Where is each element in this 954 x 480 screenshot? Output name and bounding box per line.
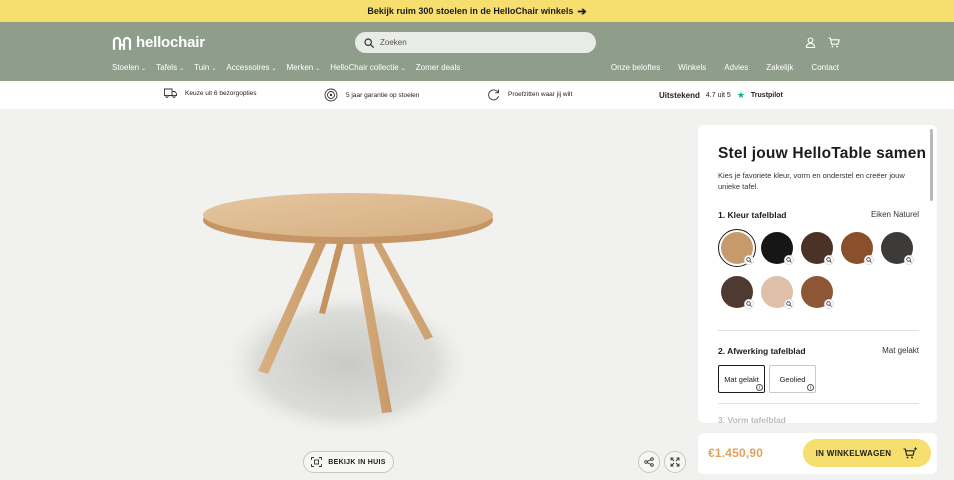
step-color-value: Eiken Naturel <box>870 210 919 219</box>
nav-link-winkels[interactable]: Winkels <box>678 63 706 72</box>
secondary-nav: Onze beloftes Winkels Advies Zakelijk Co… <box>611 63 839 72</box>
zoom-icon[interactable] <box>784 299 794 309</box>
usp-delivery: Keuze uit 6 bezorgopties <box>164 88 257 98</box>
search-icon <box>364 37 374 48</box>
configurator-description: Kies je favoriete kleur, vorm en onderst… <box>718 171 905 191</box>
fullscreen-button[interactable] <box>664 451 686 473</box>
panel-scrollbar[interactable] <box>930 129 933 201</box>
header-icons <box>805 37 840 48</box>
nav-item-zomer-deals[interactable]: Zomer deals <box>416 63 460 72</box>
nav-item-tuin[interactable]: Tuin ⌄ <box>194 63 216 72</box>
zoom-icon[interactable] <box>824 299 834 309</box>
info-icon[interactable]: i <box>807 384 814 391</box>
trustpilot-rating[interactable]: Uitstekend 4.7 uit 5 ★ Trustpilot <box>659 90 783 101</box>
refresh-icon <box>488 89 499 101</box>
chevron-down-icon: ⌄ <box>211 66 217 72</box>
share-button[interactable] <box>638 451 660 473</box>
nav-link-onze-beloftes[interactable]: Onze beloftes <box>611 63 660 72</box>
nav-link-contact[interactable]: Contact <box>811 63 839 72</box>
product-table-image <box>203 193 493 439</box>
step-color: 1. Kleur tafelblad Eiken Naturel <box>718 210 919 220</box>
cart-add-icon <box>903 447 918 459</box>
nav-item-hellochair-collectie[interactable]: HelloChair collectie ⌄ <box>330 63 406 72</box>
configurator-title: Stel jouw HelloTable samen <box>718 145 927 162</box>
chevron-down-icon: ⌄ <box>179 66 185 72</box>
chevron-down-icon: ⌄ <box>141 66 147 72</box>
swatch-color[interactable] <box>841 232 874 265</box>
usp-bar: Keuze uit 6 bezorgopties 5 jaar garantie… <box>0 81 954 109</box>
step-finish-value: Mat gelakt <box>882 346 919 355</box>
divider <box>718 330 919 331</box>
truck-icon <box>164 88 177 98</box>
logo-text: hellochair <box>136 34 205 51</box>
promo-text: Bekijk ruim 300 stoelen in de HelloChair… <box>367 6 574 16</box>
nav-item-stoelen[interactable]: Stoelen ⌄ <box>112 63 146 72</box>
expand-icon <box>670 457 680 467</box>
trust-label: Uitstekend <box>659 91 700 100</box>
ar-icon <box>311 457 323 467</box>
arrow-right-icon: ➔ <box>577 5 587 18</box>
chevron-down-icon: ⌄ <box>271 66 277 72</box>
configurator-panel[interactable]: Stel jouw HelloTable samen Kies je favor… <box>698 125 937 423</box>
buy-bar: €1.450,90 IN WINKELWAGEN <box>698 433 937 474</box>
add-to-cart-button[interactable]: IN WINKELWAGEN <box>803 439 931 467</box>
star-icon: ★ <box>736 90 745 100</box>
zoom-icon[interactable] <box>904 255 914 265</box>
view-in-room-button[interactable]: BEKIJK IN HUIS <box>303 451 394 473</box>
nav-item-accessoires[interactable]: Accessoires ⌄ <box>226 63 276 72</box>
step-finish: 2. Afwerking tafelblad Mat gelakt <box>718 346 919 356</box>
zoom-icon[interactable] <box>784 255 794 265</box>
product-viewer[interactable]: BEKIJK IN HUIS <box>0 109 697 480</box>
swatch-color[interactable] <box>881 232 914 265</box>
zoom-icon[interactable] <box>744 299 754 309</box>
nav-link-advies[interactable]: Advies <box>724 63 748 72</box>
swatch-color[interactable] <box>761 232 794 265</box>
zoom-icon[interactable] <box>824 255 834 265</box>
finish-option-geolied[interactable]: Geolied i <box>769 365 816 393</box>
account-icon[interactable] <box>805 37 816 48</box>
usp-trial: Proefzitten waar jij wilt <box>487 88 572 101</box>
logo[interactable]: hellochair <box>112 34 205 51</box>
divider <box>718 403 919 404</box>
trust-brand: Trustpilot <box>750 92 783 99</box>
swatch-color[interactable] <box>801 232 834 265</box>
cart-icon[interactable] <box>828 37 840 48</box>
info-icon[interactable]: i <box>756 384 763 391</box>
zoom-icon[interactable] <box>864 255 874 265</box>
step-color-label: 1. Kleur tafelblad <box>718 210 787 220</box>
usp-warranty: 5 jaar garantie op stoelen <box>324 88 419 102</box>
chevron-down-icon: ⌄ <box>400 66 406 72</box>
badge-icon <box>324 88 338 102</box>
swatch-color[interactable] <box>721 276 754 309</box>
logo-icon <box>112 36 132 50</box>
swatch-color[interactable] <box>761 276 794 309</box>
price: €1.450,90 <box>708 446 764 460</box>
finish-option-mat-gelakt[interactable]: Mat gelakt i <box>718 365 765 393</box>
search-bar[interactable] <box>355 32 596 53</box>
promo-bar[interactable]: Bekijk ruim 300 stoelen in de HelloChair… <box>0 0 954 22</box>
step-finish-label: 2. Afwerking tafelblad <box>718 346 806 356</box>
nav-item-tafels[interactable]: Tafels ⌄ <box>156 63 184 72</box>
zoom-icon[interactable] <box>744 255 754 265</box>
swatch-eiken-naturel[interactable] <box>718 229 756 267</box>
site-header: hellochair Stoelen⌄ Tafels⌄ Tuin⌄ Access… <box>0 22 954 81</box>
chevron-down-icon: ⌄ <box>315 66 321 72</box>
trust-score: 4.7 uit 5 <box>705 92 731 99</box>
share-icon <box>644 457 654 467</box>
search-input[interactable] <box>380 38 580 47</box>
main-nav: Stoelen ⌄ Tafels ⌄ Tuin ⌄ Accessoires ⌄ Merk… <box>112 63 460 72</box>
nav-item-merken[interactable]: Merken ⌄ <box>287 63 321 72</box>
swatch-color[interactable] <box>801 276 834 309</box>
step-shape-partial: 3. Vorm tafelblad <box>718 415 786 423</box>
nav-link-zakelijk[interactable]: Zakelijk <box>766 63 793 72</box>
